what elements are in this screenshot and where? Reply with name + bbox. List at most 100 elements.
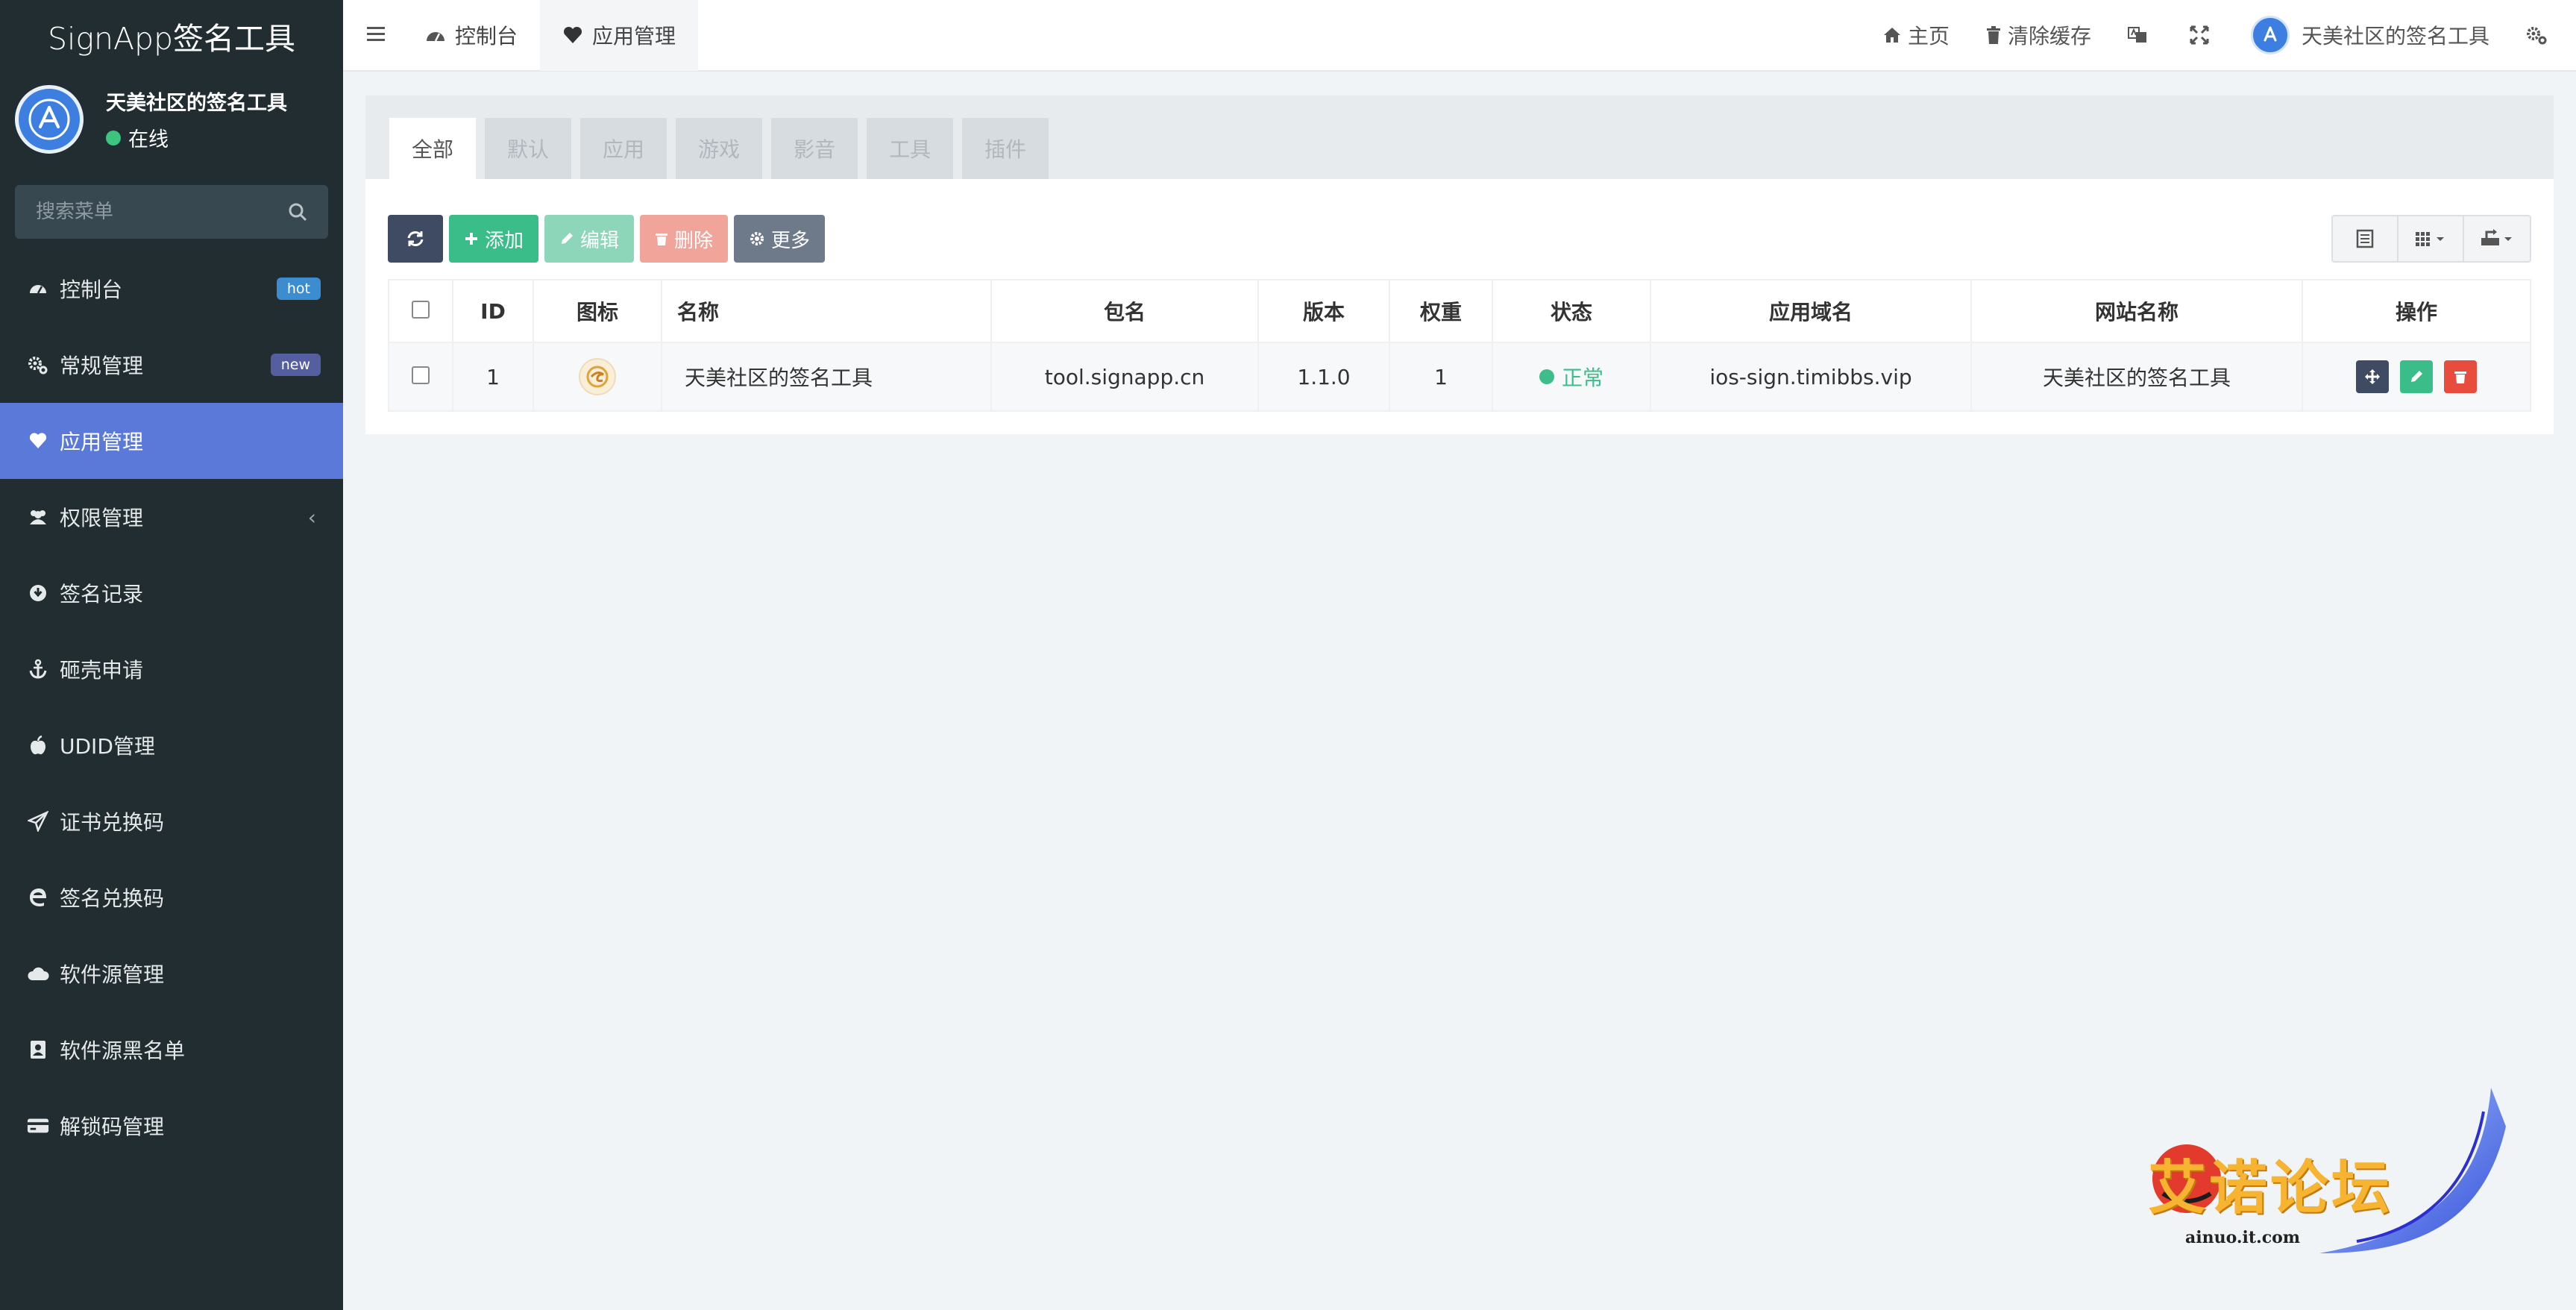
fullscreen-button[interactable]: [2172, 25, 2233, 45]
sidebar-item-cert-codes[interactable]: 证书兑换码: [0, 783, 343, 859]
avatar: [15, 85, 84, 154]
tab-media[interactable]: 影音: [771, 118, 858, 179]
fullscreen-icon: [2190, 25, 2209, 45]
hot-badge: hot: [276, 278, 321, 300]
sidebar-item-label: 证书兑换码: [60, 810, 165, 835]
cell-weight: 1: [1389, 342, 1493, 412]
cell-icon: [533, 342, 662, 412]
col-site-name[interactable]: 网站名称: [1970, 279, 2303, 343]
settings-button[interactable]: [2507, 25, 2576, 46]
cell-actions: [2302, 342, 2531, 412]
users-icon: [27, 506, 49, 528]
row-checkbox[interactable]: [412, 366, 430, 384]
tab-tools[interactable]: 工具: [867, 118, 954, 179]
row-delete-button[interactable]: [2443, 360, 2477, 393]
paper-plane-icon: [27, 810, 49, 833]
heart-icon: [27, 430, 49, 452]
cell-domain: ios-sign.timibbs.vip: [1650, 342, 1972, 412]
chevron-left-icon[interactable]: ‹: [308, 505, 316, 530]
download-icon: [27, 582, 49, 604]
apps-table: ID 图标 名称 包名 版本 权重 状态 应用域名 网站名称 操作 1 天美社区…: [388, 279, 2531, 412]
move-icon: [2365, 369, 2381, 384]
home-link[interactable]: 主页: [1865, 20, 1967, 50]
cell-version: 1.1.0: [1257, 342, 1390, 412]
language-button[interactable]: [2109, 25, 2172, 45]
tab-label: 控制台: [455, 24, 518, 48]
col-actions: 操作: [2302, 279, 2531, 343]
card-view-button[interactable]: [2333, 216, 2398, 261]
tab-games[interactable]: 游戏: [676, 118, 763, 179]
add-button[interactable]: 添加: [449, 215, 539, 263]
delete-button[interactable]: 删除: [640, 215, 729, 263]
sidebar-item-label: 控制台: [60, 278, 123, 302]
user-name: 天美社区的签名工具: [106, 92, 287, 115]
cell-id: 1: [452, 342, 534, 412]
search-input[interactable]: [36, 201, 260, 223]
tab-plugins[interactable]: 插件: [962, 118, 1049, 179]
menu-toggle-icon[interactable]: [365, 25, 403, 46]
col-id[interactable]: ID: [452, 279, 534, 343]
user-status-label: 在线: [128, 128, 169, 151]
avatar: [2250, 16, 2290, 54]
tab-default[interactable]: 默认: [485, 118, 572, 179]
sidebar-item-dashboard[interactable]: 控制台 hot: [0, 251, 343, 327]
sidebar-search: [15, 185, 328, 239]
delete-label: 删除: [674, 229, 714, 252]
tab-all[interactable]: 全部: [389, 118, 477, 179]
more-label: 更多: [771, 229, 811, 252]
col-package[interactable]: 包名: [990, 279, 1259, 343]
drag-button[interactable]: [2356, 360, 2390, 393]
sidebar-item-sign-records[interactable]: 签名记录: [0, 555, 343, 631]
col-domain[interactable]: 应用域名: [1650, 279, 1972, 343]
brand-title[interactable]: SignApp签名工具: [0, 0, 343, 72]
sidebar-item-permissions[interactable]: 权限管理 ‹: [0, 479, 343, 555]
sidebar: SignApp签名工具 天美社区的签名工具 在线 控制台: [0, 0, 343, 1310]
watermark-text: 艾诺论坛: [2148, 1155, 2393, 1222]
heart-icon: [562, 25, 583, 45]
col-weight[interactable]: 权重: [1389, 279, 1493, 343]
col-version[interactable]: 版本: [1257, 279, 1390, 343]
columns-toggle-button[interactable]: [2398, 216, 2464, 261]
clear-cache-link[interactable]: 清除缓存: [1967, 20, 2109, 50]
sidebar-item-sign-codes[interactable]: 签名兑换码: [0, 859, 343, 936]
status-badge: 正常: [1539, 362, 1603, 392]
export-button[interactable]: [2464, 216, 2530, 261]
sidebar-item-udid[interactable]: UDID管理: [0, 707, 343, 783]
sidebar-item-sources[interactable]: 软件源管理: [0, 936, 343, 1012]
search-icon[interactable]: [288, 202, 307, 222]
header-actions: 主页 清除缓存 天美社区的签名工具: [1865, 0, 2576, 71]
sidebar-item-unlock-codes[interactable]: 解锁码管理: [0, 1088, 343, 1164]
sidebar-menu: 控制台 hot 常规管理 new 应用管理 权限管理 ‹ 签名记录 砸壳申请 U…: [0, 251, 343, 1164]
clear-cache-label: 清除缓存: [2007, 24, 2091, 48]
anchor-icon: [27, 658, 49, 680]
tab-dashboard[interactable]: 控制台: [403, 0, 540, 71]
select-all-checkbox[interactable]: [412, 300, 430, 319]
col-status[interactable]: 状态: [1492, 279, 1651, 343]
row-edit-button[interactable]: [2400, 360, 2433, 393]
trash-icon: [2454, 372, 2466, 383]
tab-label: 应用管理: [592, 24, 676, 48]
edit-button[interactable]: 编辑: [544, 215, 635, 263]
col-name[interactable]: 名称: [661, 279, 992, 343]
sidebar-item-label: 常规管理: [60, 354, 144, 378]
cloud-icon: [27, 962, 49, 985]
table-row[interactable]: 1 天美社区的签名工具 tool.signapp.cn 1.1.0 1 正常 i…: [388, 342, 2531, 412]
tab-app-management[interactable]: 应用管理: [540, 0, 699, 71]
cogs-icon: [2525, 25, 2548, 46]
user-menu[interactable]: 天美社区的签名工具: [2233, 16, 2507, 54]
edge-icon: [27, 886, 49, 909]
watermark-url: ainuo.it.com: [2185, 1228, 2301, 1247]
sidebar-item-general[interactable]: 常规管理 new: [0, 327, 343, 403]
sidebar-item-apps[interactable]: 应用管理: [0, 403, 343, 479]
gear-icon: [749, 231, 765, 247]
status-dot-icon: [1539, 369, 1554, 384]
tab-apps[interactable]: 应用: [580, 118, 667, 179]
sidebar-item-decrypt[interactable]: 砸壳申请: [0, 631, 343, 707]
pencil-icon: [559, 231, 574, 246]
trash-icon: [655, 231, 668, 246]
refresh-button[interactable]: [388, 215, 443, 263]
sidebar-item-source-blacklist[interactable]: 软件源黑名单: [0, 1012, 343, 1088]
more-button[interactable]: 更多: [734, 215, 826, 263]
refresh-icon: [407, 231, 424, 246]
header-user-name: 天美社区的签名工具: [2301, 24, 2489, 48]
